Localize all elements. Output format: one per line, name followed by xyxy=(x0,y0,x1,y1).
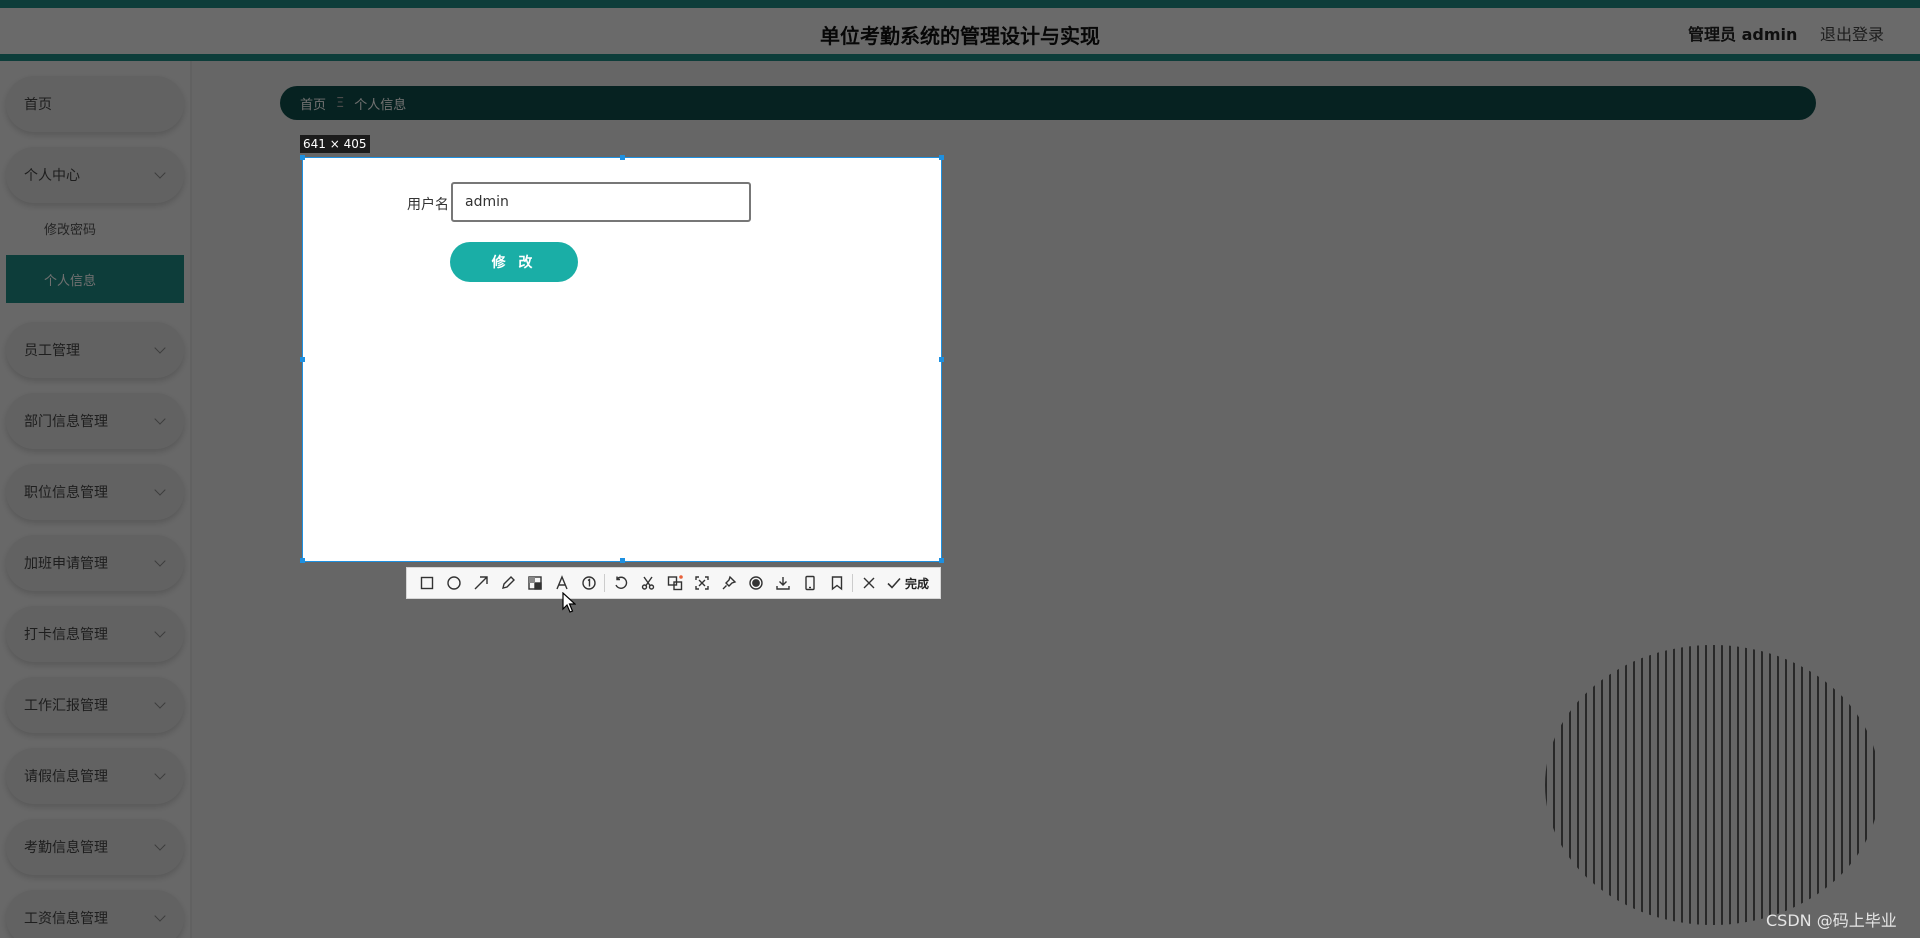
admin-label: 管理员 admin xyxy=(1688,25,1798,44)
undo-icon[interactable] xyxy=(607,570,634,597)
screenshot-toolbar: 完成 xyxy=(406,567,941,599)
breadcrumb-home[interactable]: 首页 xyxy=(300,94,326,113)
resize-handle-bottom[interactable] xyxy=(620,558,625,563)
sidebar-item-label: 员工管理 xyxy=(24,343,80,359)
username-input[interactable] xyxy=(451,182,751,222)
phone-icon[interactable] xyxy=(796,570,823,597)
sidebar-item-overtime[interactable]: 加班申请管理 xyxy=(6,535,184,591)
sidebar-subitem-change-password[interactable]: 修改密码 xyxy=(6,204,184,252)
resize-handle-top-right[interactable] xyxy=(939,155,944,160)
download-icon[interactable] xyxy=(769,570,796,597)
chevron-down-icon xyxy=(154,839,166,851)
sidebar-item-leave[interactable]: 请假信息管理 xyxy=(6,748,184,804)
chevron-down-icon xyxy=(154,555,166,567)
scan-icon[interactable] xyxy=(688,570,715,597)
modify-button[interactable]: 修 改 xyxy=(450,242,578,282)
username-label: 用户名 xyxy=(407,197,449,213)
sidebar: 首页 个人中心 修改密码 个人信息 员工管理 部门信息管理 职位信息管理 加班申… xyxy=(0,61,192,938)
check-icon xyxy=(887,577,901,589)
sidebar-item-label: 修改密码 xyxy=(44,222,97,238)
resize-handle-top-left[interactable] xyxy=(300,155,305,160)
sidebar-subitem-personal-info[interactable]: 个人信息 xyxy=(6,255,184,303)
resize-handle-left[interactable] xyxy=(300,357,305,362)
chevron-down-icon xyxy=(154,768,166,780)
csdn-watermark: CSDN @码上毕业 xyxy=(1766,911,1897,930)
translate-icon[interactable] xyxy=(661,570,688,597)
sidebar-item-label: 首页 xyxy=(24,97,52,113)
done-label: 完成 xyxy=(905,576,930,591)
chevron-down-icon xyxy=(154,413,166,425)
app-title: 单位考勤系统的管理设计与实现 xyxy=(820,24,1100,48)
sidebar-item-home[interactable]: 首页 xyxy=(6,76,184,132)
sidebar-item-label: 工作汇报管理 xyxy=(24,698,108,714)
decorative-striped-circle xyxy=(1545,645,1880,925)
sidebar-item-label: 请假信息管理 xyxy=(24,769,108,785)
chevron-down-icon xyxy=(154,484,166,496)
sidebar-item-label: 部门信息管理 xyxy=(24,414,108,430)
toolbar-divider xyxy=(852,574,853,592)
header-top-strip xyxy=(0,0,1920,8)
done-button[interactable]: 完成 xyxy=(886,575,929,592)
breadcrumb-current: 个人信息 xyxy=(354,97,407,113)
sidebar-item-personal-center[interactable]: 个人中心 xyxy=(6,147,184,203)
sidebar-item-work-report[interactable]: 工作汇报管理 xyxy=(6,677,184,733)
sidebar-item-department[interactable]: 部门信息管理 xyxy=(6,393,184,449)
chevron-down-icon xyxy=(154,167,166,179)
bookmark-icon[interactable] xyxy=(823,570,850,597)
capture-region[interactable]: 用户名 修 改 xyxy=(300,155,944,563)
chevron-down-icon xyxy=(154,342,166,354)
pin-icon[interactable] xyxy=(715,570,742,597)
sidebar-item-employee[interactable]: 员工管理 xyxy=(6,322,184,378)
sidebar-item-label: 考勤信息管理 xyxy=(24,840,108,856)
ellipse-icon[interactable] xyxy=(440,570,467,597)
scissors-icon[interactable] xyxy=(634,570,661,597)
sidebar-item-clock-in[interactable]: 打卡信息管理 xyxy=(6,606,184,662)
sidebar-item-salary[interactable]: 工资信息管理 xyxy=(6,890,184,938)
number-icon[interactable] xyxy=(575,570,602,597)
capture-size-label: 641 × 405 xyxy=(300,135,370,153)
sidebar-item-label: 职位信息管理 xyxy=(24,485,108,501)
resize-handle-bottom-left[interactable] xyxy=(300,558,305,563)
sidebar-item-label: 加班申请管理 xyxy=(24,556,108,572)
sidebar-item-label: 工资信息管理 xyxy=(24,911,108,927)
chevron-down-icon xyxy=(154,626,166,638)
cancel-icon[interactable] xyxy=(855,570,882,597)
toolbar-divider xyxy=(604,574,605,592)
sidebar-item-label: 个人信息 xyxy=(44,273,97,289)
logout-link[interactable]: 退出登录 xyxy=(1820,21,1884,45)
chevron-down-icon xyxy=(154,910,166,922)
sidebar-item-position[interactable]: 职位信息管理 xyxy=(6,464,184,520)
resize-handle-bottom-right[interactable] xyxy=(939,558,944,563)
sidebar-item-label: 打卡信息管理 xyxy=(24,627,108,643)
header-bottom-line xyxy=(0,54,1920,61)
resize-handle-right[interactable] xyxy=(939,357,944,362)
pencil-icon[interactable] xyxy=(494,570,521,597)
mosaic-icon[interactable] xyxy=(521,570,548,597)
mouse-cursor-icon xyxy=(562,592,576,613)
chevron-down-icon xyxy=(154,697,166,709)
resize-handle-top[interactable] xyxy=(620,155,625,160)
rectangle-icon[interactable] xyxy=(413,570,440,597)
sidebar-item-label: 个人中心 xyxy=(24,168,80,184)
breadcrumb-separator-icon: Ξ xyxy=(336,95,345,111)
arrow-icon[interactable] xyxy=(467,570,494,597)
breadcrumb: 首页 Ξ 个人信息 xyxy=(280,86,1816,120)
sidebar-item-attendance[interactable]: 考勤信息管理 xyxy=(6,819,184,875)
record-icon[interactable] xyxy=(742,570,769,597)
